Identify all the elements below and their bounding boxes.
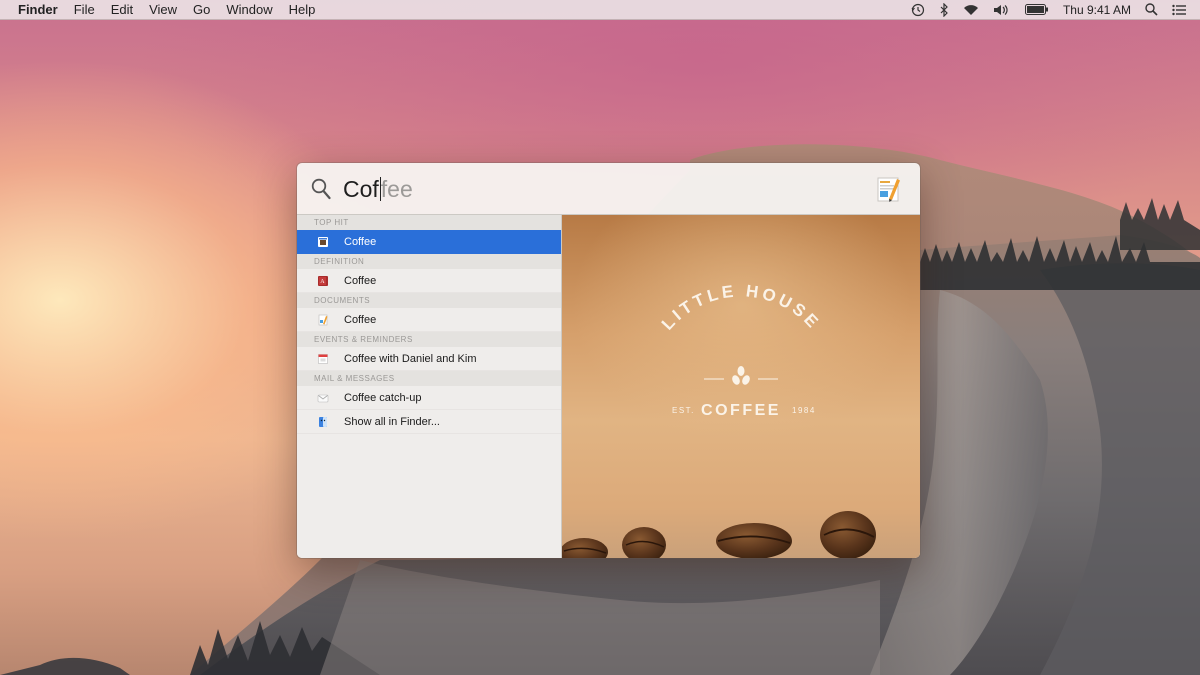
show-all-in-finder[interactable]: Show all in Finder... (297, 410, 561, 434)
result-row-mail[interactable]: Coffee catch-up (297, 386, 561, 410)
show-all-label: Show all in Finder... (344, 415, 440, 428)
pages-document-icon (317, 314, 329, 326)
section-header-documents: DOCUMENTS (297, 293, 561, 308)
coffee-app-icon (317, 236, 329, 248)
result-row-document[interactable]: Coffee (297, 308, 561, 332)
menu-edit[interactable]: Edit (103, 0, 141, 20)
result-label: Coffee (344, 274, 377, 287)
menu-window[interactable]: Window (218, 0, 280, 20)
section-header-events: EVENTS & REMINDERS (297, 332, 561, 347)
notification-center-icon[interactable] (1172, 0, 1186, 20)
section-header-top-hit: TOP HIT (297, 215, 561, 230)
spotlight-results-list: TOP HIT Coffee DEFINITION A Coffee DOCUM… (297, 215, 562, 558)
spotlight-search-input[interactable]: Cof fee (343, 173, 843, 205)
menu-help[interactable]: Help (281, 0, 324, 20)
time-machine-icon[interactable] (911, 0, 925, 20)
pages-app-icon[interactable] (876, 175, 902, 203)
battery-icon[interactable] (1024, 0, 1049, 20)
logo-est-right: 1984 (792, 406, 816, 415)
result-label: Coffee catch-up (344, 391, 422, 404)
menu-app-name[interactable]: Finder (16, 0, 66, 20)
little-house-coffee-logo: LITTLE HOUSE EST. COFFEE 1984 (562, 281, 876, 558)
menu-file[interactable]: File (66, 0, 103, 20)
coffee-beans-image (562, 511, 876, 558)
menu-view[interactable]: View (141, 0, 185, 20)
search-query-typed: Cof (343, 175, 379, 202)
menu-clock[interactable]: Thu 9:41 AM (1063, 0, 1131, 20)
bluetooth-icon[interactable] (939, 0, 949, 20)
section-header-mail: MAIL & MESSAGES (297, 371, 561, 386)
finder-icon (317, 416, 329, 428)
dictionary-icon: A (317, 275, 329, 287)
svg-text:LITTLE HOUSE: LITTLE HOUSE (658, 281, 824, 333)
spotlight-window: Cof fee TOP HIT Coffee DEFINITION A Coff… (297, 163, 920, 558)
menu-go[interactable]: Go (185, 0, 218, 20)
svg-text:A: A (320, 279, 325, 285)
logo-top-text: LITTLE HOUSE (658, 281, 821, 333)
calendar-icon (317, 353, 329, 365)
menu-bar: Finder File Edit View Go Window Help Thu… (0, 0, 1200, 20)
result-row-definition[interactable]: A Coffee (297, 269, 561, 293)
wifi-icon[interactable] (963, 0, 979, 20)
result-row-top-hit[interactable]: Coffee (297, 230, 561, 254)
result-row-event[interactable]: Coffee with Daniel and Kim (297, 347, 561, 371)
search-query-completion: fee (380, 175, 413, 202)
spotlight-preview-pane: LITTLE HOUSE EST. COFFEE 1984 (562, 215, 920, 558)
spotlight-search-bar: Cof fee (297, 163, 920, 215)
coffee-bean-logo-icon (732, 366, 750, 385)
mail-icon (317, 392, 329, 404)
search-icon (311, 178, 331, 205)
logo-main-text: COFFEE (701, 402, 781, 419)
result-label: Coffee with Daniel and Kim (344, 352, 477, 365)
result-label: Coffee (344, 313, 377, 326)
volume-icon[interactable] (993, 0, 1011, 20)
logo-est-left: EST. (672, 406, 695, 415)
result-label: Coffee (344, 235, 377, 248)
section-header-definition: DEFINITION (297, 254, 561, 269)
spotlight-icon[interactable] (1145, 0, 1158, 20)
